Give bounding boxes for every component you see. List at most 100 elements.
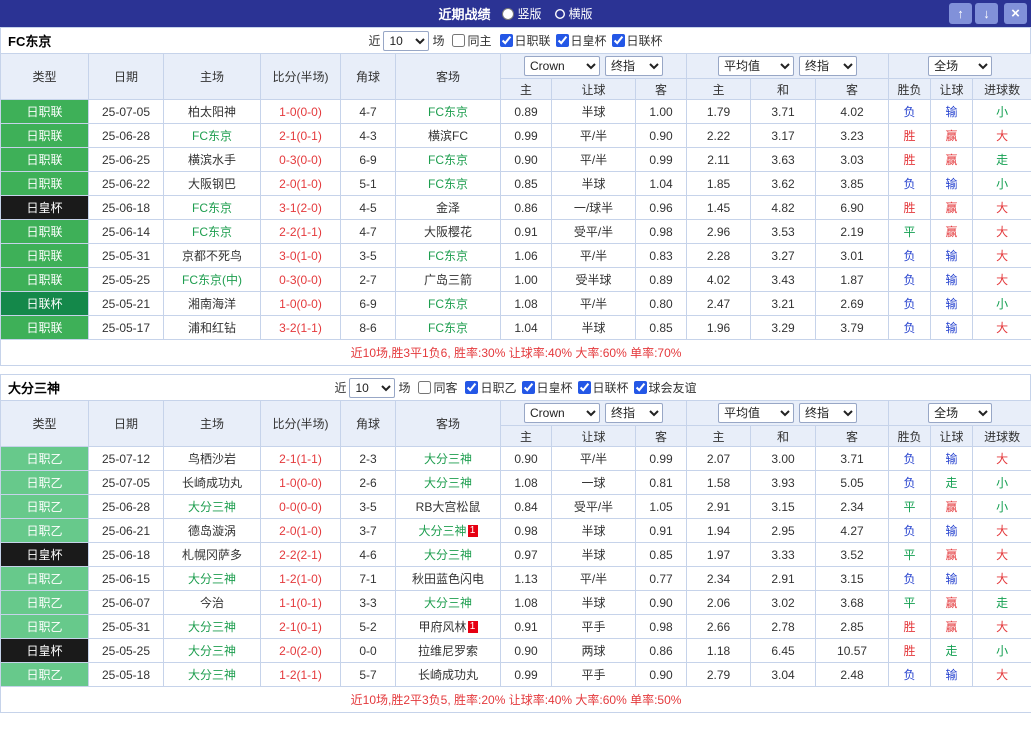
goals-result-cell: 小 [973,495,1031,519]
team-name[interactable]: 今治 [200,596,224,610]
team-name[interactable]: FC东京 [428,297,468,311]
asia-handicap-cell: 受平/半 [552,495,636,519]
team-name[interactable]: 大阪樱花 [424,225,472,239]
team-name[interactable]: 德岛漩涡 [188,524,236,538]
team-name[interactable]: 柏太阳神 [188,105,236,119]
corners-cell: 4-5 [341,196,396,220]
team-name[interactable]: 大分三神 [424,476,472,490]
team-name[interactable]: FC东京 [428,153,468,167]
competition-checkbox-input[interactable] [522,381,535,394]
europe-odds-controls: 平均值终指 [687,401,889,426]
handicap-result-cell: 输 [931,268,973,292]
asia-stage-select[interactable]: 终指 [605,56,663,76]
team-name[interactable]: 秋田蓝色闪电 [412,572,484,586]
move-up-button[interactable]: ↑ [949,3,972,24]
home-team-cell: 今治 [164,591,261,615]
bookmaker-select[interactable]: Crown [524,403,600,423]
team-name[interactable]: FC东京(中) [182,273,242,287]
team-name[interactable]: 大分三神 [424,548,472,562]
team-name[interactable]: 大分三神 [188,668,236,682]
team-name[interactable]: 长崎成功丸 [418,668,478,682]
team-name[interactable]: 浦和红钻 [188,321,236,335]
team-name[interactable]: FC东京 [428,249,468,263]
asia-stage-select[interactable]: 终指 [605,403,663,423]
competition-checkbox[interactable]: 日职联 [495,32,551,49]
corners-cell: 7-1 [341,567,396,591]
asia-home-odds-cell: 0.91 [501,220,552,244]
team-name[interactable]: 大分三神 [424,596,472,610]
team-name[interactable]: FC东京 [428,321,468,335]
team-name[interactable]: 札幌冈萨多 [182,548,242,562]
team-name[interactable]: FC东京 [192,201,232,215]
europe-source-select[interactable]: 平均值 [718,403,794,423]
team-name[interactable]: 拉维尼罗索 [418,644,478,658]
europe-stage-select[interactable]: 终指 [799,56,857,76]
goals-result-cell: 走 [973,591,1031,615]
competition-checkbox-input[interactable] [578,381,591,394]
europe-source-select[interactable]: 平均值 [718,56,794,76]
asia-home-odds-cell: 0.90 [501,639,552,663]
competition-checkbox[interactable]: 日职乙 [460,379,516,396]
team-name[interactable]: 金泽 [436,201,460,215]
same-home-checkbox-input[interactable] [452,34,465,47]
team-name[interactable]: FC东京 [192,225,232,239]
competition-checkbox-input[interactable] [465,381,478,394]
team-name[interactable]: 广岛三箭 [424,273,472,287]
asia-away-odds-cell: 1.05 [636,495,687,519]
col-home: 主场 [164,401,261,447]
layout-radio-vertical-input[interactable] [502,8,514,20]
match-date-cell: 25-05-31 [89,615,164,639]
close-button[interactable]: × [1004,3,1027,24]
corners-cell: 3-5 [341,244,396,268]
competition-checkbox[interactable]: 球会友谊 [629,379,697,396]
recent-count-select[interactable]: 10 [349,378,395,398]
asia-away-odds-cell: 0.98 [636,615,687,639]
layout-radio-horizontal-input[interactable] [554,8,566,20]
europe-away-odds-cell: 3.71 [816,447,889,471]
competition-checkbox[interactable]: 日联杯 [607,32,663,49]
outcome-cell: 胜 [889,124,931,148]
team-name[interactable]: 横滨FC [428,129,468,143]
europe-away-odds-cell: 3.79 [816,316,889,340]
team-name[interactable]: FC东京 [192,129,232,143]
team-name[interactable]: 大分三神 [188,620,236,634]
same-away-checkbox-input[interactable] [418,381,431,394]
move-down-button[interactable]: ↓ [975,3,998,24]
team-name[interactable]: RB大宫松鼠 [416,500,481,514]
team-name[interactable]: 大分三神 [418,524,466,538]
team-name[interactable]: 大分三神 [188,572,236,586]
competition-checkbox-input[interactable] [500,34,513,47]
team-name[interactable]: 甲府风林 [418,620,466,634]
layout-radio-horizontal[interactable]: 横版 [554,5,593,22]
recent-count-select[interactable]: 10 [383,31,429,51]
goals-result-cell: 小 [973,100,1031,124]
competition-checkbox-input[interactable] [612,34,625,47]
team-name[interactable]: 大分三神 [188,644,236,658]
bookmaker-select[interactable]: Crown [524,56,600,76]
team-name[interactable]: 鸟栖沙岩 [188,452,236,466]
scope-select[interactable]: 全场 [928,56,992,76]
europe-stage-select[interactable]: 终指 [799,403,857,423]
team-name[interactable]: 湘南海洋 [188,297,236,311]
col-handicap-result: 让球 [931,426,973,447]
competition-checkbox-input[interactable] [556,34,569,47]
competition-checkbox[interactable]: 日皇杯 [517,379,573,396]
same-home-checkbox[interactable]: 同主 [447,32,491,49]
team-name[interactable]: 横滨水手 [188,153,236,167]
col-euro-away: 客 [816,426,889,447]
layout-radio-vertical[interactable]: 竖版 [502,5,541,22]
match-row: 日职联25-05-31京都不死鸟3-0(1-0)3-5FC东京1.06平/半0.… [1,244,1031,268]
competition-checkbox-input[interactable] [634,381,647,394]
away-team-cell: 横滨FC [396,124,501,148]
competition-checkbox[interactable]: 日联杯 [573,379,629,396]
team-name[interactable]: 京都不死鸟 [182,249,242,263]
team-name[interactable]: FC东京 [428,105,468,119]
team-name[interactable]: 大分三神 [424,452,472,466]
scope-select[interactable]: 全场 [928,403,992,423]
team-name[interactable]: 长崎成功丸 [182,476,242,490]
team-name[interactable]: 大分三神 [188,500,236,514]
team-name[interactable]: FC东京 [428,177,468,191]
competition-checkbox[interactable]: 日皇杯 [551,32,607,49]
team-name[interactable]: 大阪钢巴 [188,177,236,191]
same-away-checkbox[interactable]: 同客 [413,379,457,396]
